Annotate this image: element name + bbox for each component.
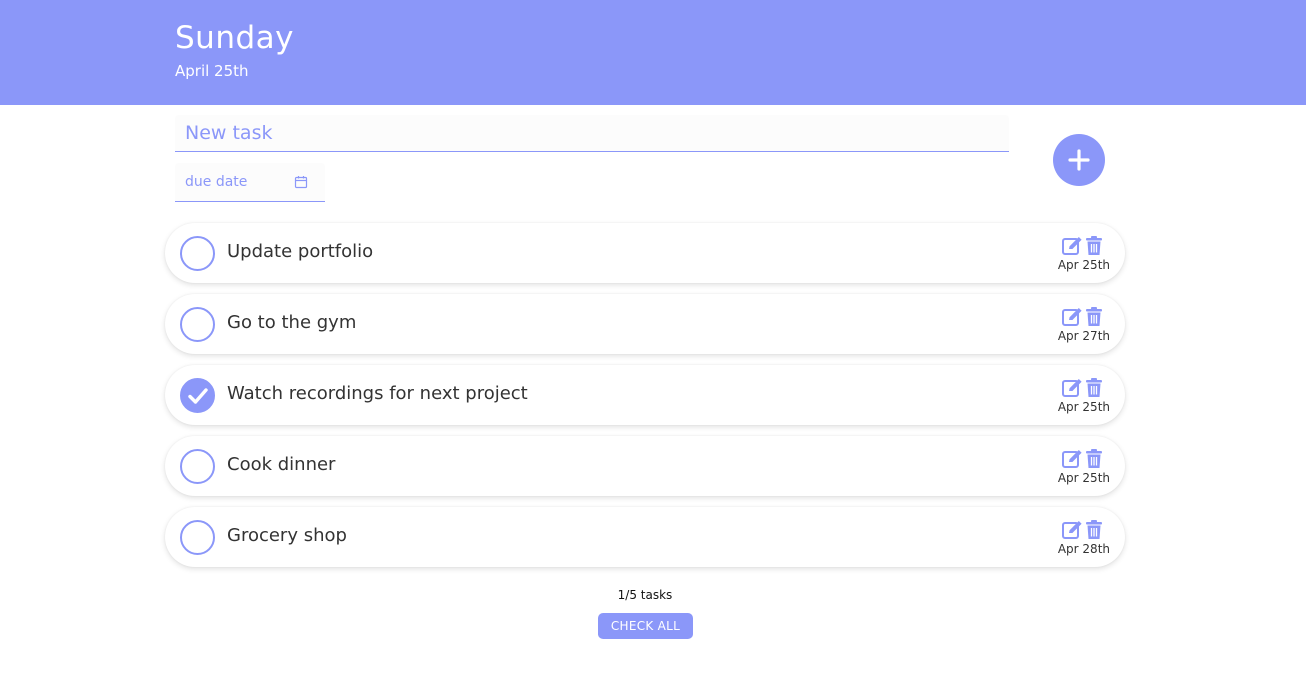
trash-icon[interactable] bbox=[1085, 378, 1103, 398]
task-due-date: Apr 27th bbox=[1057, 329, 1110, 343]
header: Sunday April 25th bbox=[0, 0, 1306, 105]
task-list: Update portfolio Apr 25th Go to the gym bbox=[165, 223, 1125, 578]
task-text: Update portfolio bbox=[227, 241, 374, 262]
calendar-icon[interactable] bbox=[294, 175, 308, 189]
trash-icon[interactable] bbox=[1085, 520, 1103, 540]
task-item: Cook dinner Apr 25th bbox=[165, 436, 1125, 496]
checkmark-icon bbox=[188, 388, 208, 404]
task-text: Watch recordings for next project bbox=[227, 383, 528, 404]
edit-icon[interactable] bbox=[1062, 236, 1083, 256]
trash-icon[interactable] bbox=[1085, 449, 1103, 469]
new-task-input[interactable] bbox=[175, 115, 1009, 152]
edit-icon[interactable] bbox=[1062, 449, 1083, 469]
trash-icon[interactable] bbox=[1085, 307, 1103, 327]
task-text: Go to the gym bbox=[227, 312, 357, 333]
due-date-placeholder: due date bbox=[185, 174, 248, 190]
plus-icon bbox=[1068, 149, 1090, 171]
task-checkbox-checked[interactable] bbox=[180, 378, 215, 413]
edit-icon[interactable] bbox=[1062, 307, 1083, 327]
task-item: Go to the gym Apr 27th bbox=[165, 294, 1125, 354]
task-checkbox[interactable] bbox=[180, 307, 215, 342]
task-due-date: Apr 25th bbox=[1057, 258, 1110, 272]
day-name: Sunday bbox=[175, 20, 294, 56]
task-checkbox[interactable] bbox=[180, 449, 215, 484]
task-item: Grocery shop Apr 28th bbox=[165, 507, 1125, 567]
due-date-field[interactable]: due date bbox=[175, 163, 325, 202]
edit-icon[interactable] bbox=[1062, 520, 1083, 540]
edit-icon[interactable] bbox=[1062, 378, 1083, 398]
task-count-summary: 1/5 tasks bbox=[617, 588, 673, 602]
task-due-date: Apr 25th bbox=[1057, 400, 1110, 414]
check-all-button[interactable]: CHECK ALL bbox=[598, 613, 693, 639]
trash-icon[interactable] bbox=[1085, 236, 1103, 256]
task-checkbox[interactable] bbox=[180, 520, 215, 555]
task-item: Update portfolio Apr 25th bbox=[165, 223, 1125, 283]
task-due-date: Apr 28th bbox=[1057, 542, 1110, 556]
task-item: Watch recordings for next project Apr 25… bbox=[165, 365, 1125, 425]
task-due-date: Apr 25th bbox=[1057, 471, 1110, 485]
day-date: April 25th bbox=[175, 62, 249, 80]
task-text: Cook dinner bbox=[227, 454, 336, 475]
add-task-button[interactable] bbox=[1053, 134, 1105, 186]
task-text: Grocery shop bbox=[227, 525, 347, 546]
task-checkbox[interactable] bbox=[180, 236, 215, 271]
